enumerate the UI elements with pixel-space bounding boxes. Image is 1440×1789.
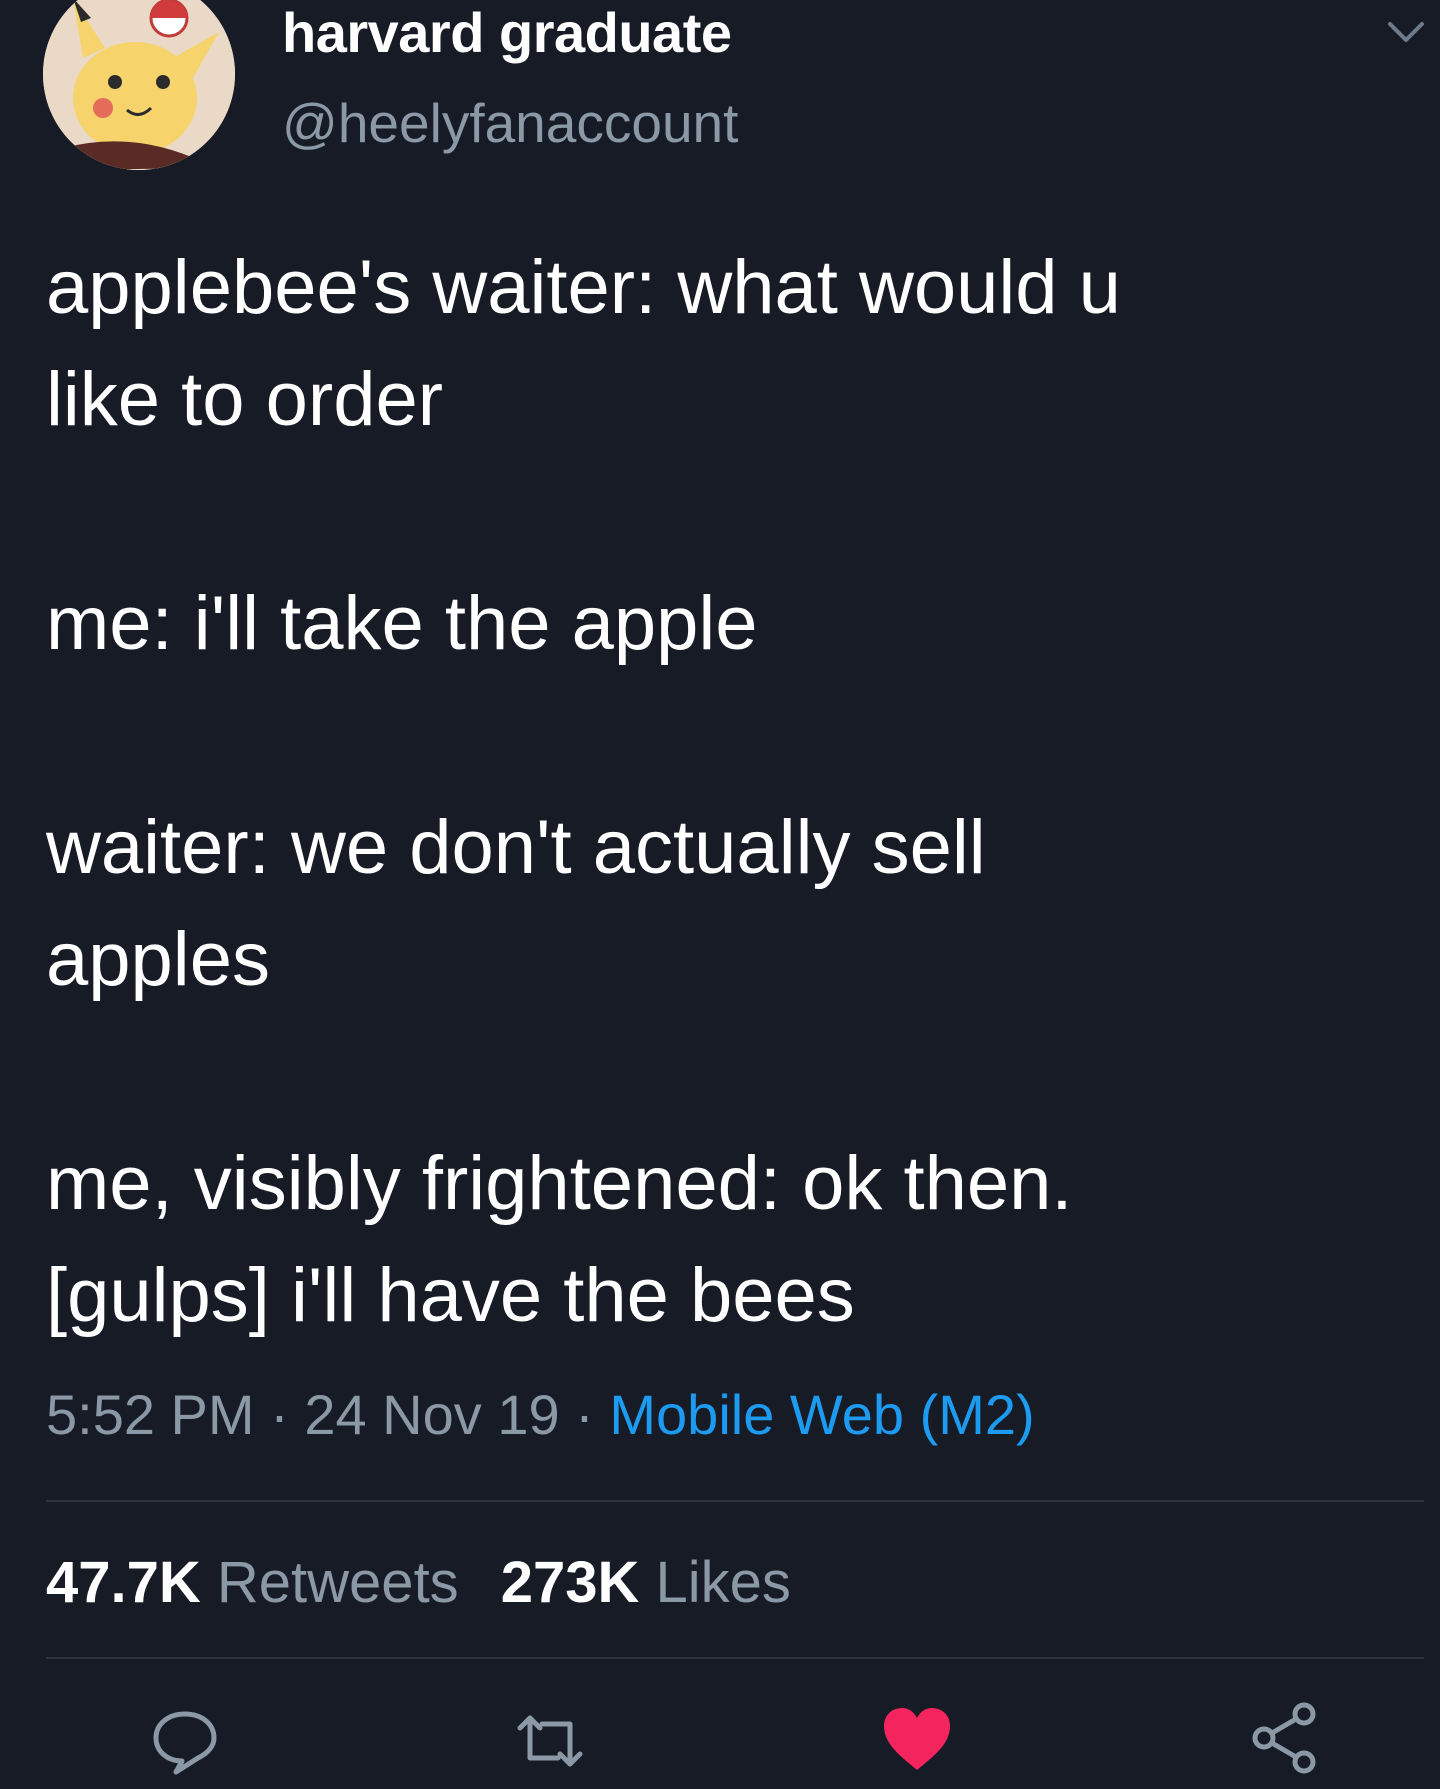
retweets-label: Retweets — [216, 1550, 459, 1615]
tweet-source-link[interactable]: Mobile Web (M2) — [609, 1383, 1034, 1446]
likes-label: Likes — [655, 1550, 791, 1615]
heart-icon[interactable] — [880, 1704, 954, 1779]
avatar[interactable] — [43, 0, 235, 170]
tweet-paragraph: applebee's waiter: what would u like to … — [46, 245, 1121, 442]
tweet-paragraph: me, visibly frightened: ok then. [gulps]… — [46, 1141, 1073, 1338]
share-icon[interactable] — [1250, 1700, 1320, 1781]
retweet-icon[interactable] — [510, 1706, 590, 1781]
tweet-date[interactable]: 24 Nov 19 — [304, 1383, 559, 1446]
tweet-actions — [0, 1680, 1440, 1789]
pikachu-avatar-icon — [43, 0, 235, 170]
tweet-paragraph: me: i'll take the apple — [46, 581, 758, 666]
user-handle[interactable]: @heelyfanaccount — [282, 90, 738, 156]
divider — [46, 1500, 1424, 1502]
retweets-stat[interactable]: 47.7K Retweets — [46, 1550, 459, 1615]
tweet-header: harvard graduate @heelyfanaccount — [0, 0, 1440, 180]
tweet-stats: 47.7K Retweets 273K Likes — [46, 1548, 833, 1618]
retweets-count: 47.7K — [46, 1550, 201, 1615]
tweet-paragraph: waiter: we don't actually sell apples — [46, 805, 986, 1002]
tweet-time[interactable]: 5:52 PM — [46, 1383, 255, 1446]
separator: · — [559, 1383, 610, 1446]
divider — [46, 1657, 1424, 1659]
tweet-meta: 5:52 PM · 24 Nov 19 · Mobile Web (M2) — [46, 1380, 1035, 1450]
separator: · — [254, 1383, 305, 1446]
display-name[interactable]: harvard graduate — [282, 0, 732, 66]
chevron-down-icon[interactable] — [1384, 14, 1428, 50]
tweet-text: applebee's waiter: what would u like to … — [46, 232, 1406, 1352]
likes-count: 273K — [500, 1550, 640, 1615]
reply-icon[interactable] — [150, 1706, 220, 1781]
likes-stat[interactable]: 273K Likes — [501, 1550, 791, 1615]
